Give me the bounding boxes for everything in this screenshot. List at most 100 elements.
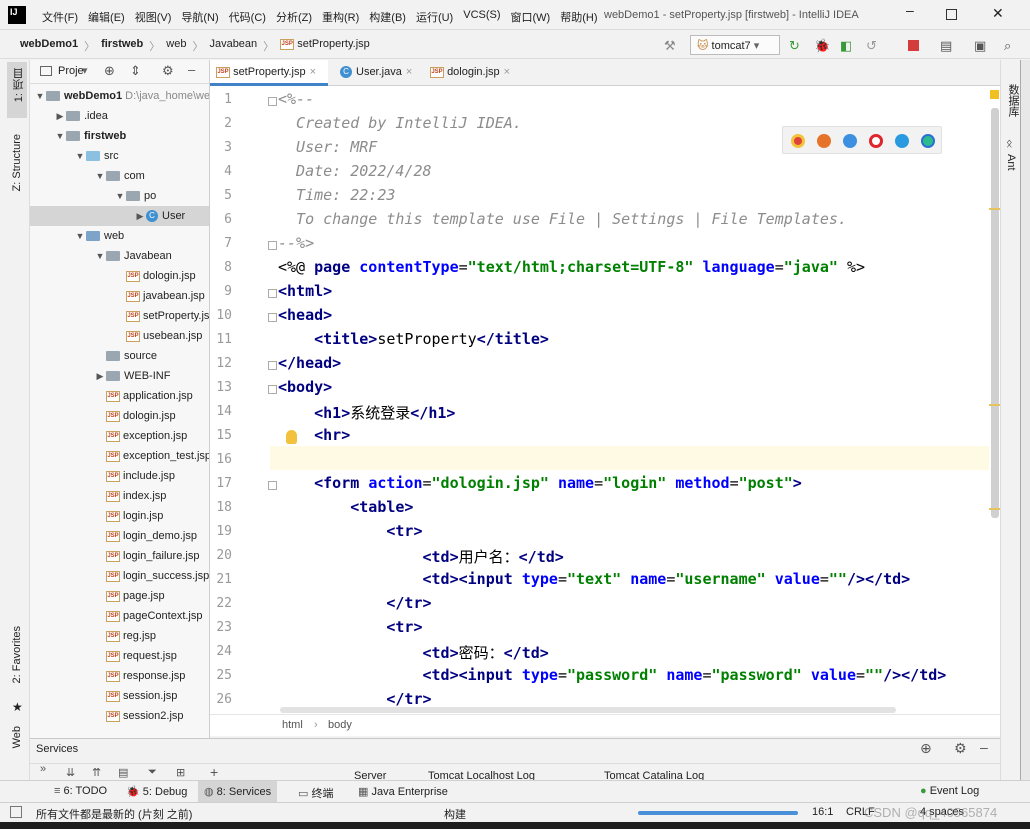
minimize-icon[interactable]: – [906,2,914,18]
code-editor[interactable]: 1 2 3 4 5 6 7 8 9 10 11 12 13 14 15 16 17 18 19 20 21 22 23 24 2… [210,86,1000,714]
tree-item[interactable]: ▶ WEB-INF [30,366,209,386]
tree-item[interactable]: ▶ C User [30,206,209,226]
project-structure-icon[interactable]: ▤ [940,38,952,54]
chevron-down-icon[interactable]: ▼ [74,146,86,166]
chevron-right-icon[interactable]: ▶ [94,366,106,386]
tree-item[interactable]: JSP response.jsp [30,666,209,686]
hide-icon[interactable]: – [980,739,988,755]
menu-vcs[interactable]: VCS(S) [463,9,500,25]
tree-item[interactable]: JSP application.jsp [30,386,209,406]
panel-toggle-icon[interactable] [10,806,22,818]
safari-icon[interactable] [843,134,857,148]
menu-navigate[interactable]: 导航(N) [181,9,218,25]
close-icon[interactable]: × [406,66,412,78]
code-line[interactable]: User: MRF [278,138,377,156]
tab-setproperty-jsp[interactable]: JSP setProperty.jsp × [210,60,328,86]
tree-item[interactable]: ▼ webDemo1 D:\java_home\we [30,86,209,106]
group-icon[interactable]: ▤ [118,766,128,779]
ant-tool-tab[interactable]: Ant [1005,154,1017,171]
chevron-down-icon[interactable]: ▾ [82,64,88,77]
crumb-web[interactable]: web [166,38,186,54]
code-line[interactable]: Created by IntelliJ IDEA. [278,114,522,132]
fold-marker-icon[interactable] [268,97,277,106]
status-message[interactable]: 所有文件都是最新的 (片刻 之前) [36,806,192,822]
tree-item[interactable]: JSP include.jsp [30,466,209,486]
event-log-tab[interactable]: ● Event Log [920,785,979,797]
code-line[interactable]: <tr> [278,522,422,540]
gear-icon[interactable]: ⚙ [954,740,967,757]
editor-scrollbar[interactable] [989,86,1003,714]
lightbulb-icon[interactable] [286,430,297,444]
tree-item[interactable]: JSP exception_test.jsp [30,446,209,466]
tree-item[interactable]: ▼ com [30,166,209,186]
tree-item[interactable]: ▼ po [30,186,209,206]
crumb-javabean[interactable]: Javabean [209,38,257,54]
code-line[interactable]: Date: 2022/4/28 [278,162,431,180]
maximize-icon[interactable] [946,9,957,20]
chevron-right-icon[interactable]: ▶ [134,206,146,226]
tree-item[interactable]: ▶ .idea [30,106,209,126]
debug-icon[interactable]: 🐞 [814,38,830,54]
tree-item[interactable]: JSP usebean.jsp [30,326,209,346]
services-tab[interactable]: ◍ 8: Services [198,781,278,803]
hammer-icon[interactable]: ⚒ [664,38,676,54]
code-line[interactable]: <td><input type="password" name="passwor… [278,666,947,684]
plus-icon[interactable]: + [210,764,218,780]
tree-item[interactable]: ▼ web [30,226,209,246]
stop-icon[interactable] [908,40,919,51]
locate-icon[interactable]: ⊕ [104,63,115,79]
fold-marker-icon[interactable] [268,289,277,298]
code-line[interactable]: <html> [278,282,332,300]
inspection-status-icon[interactable] [990,90,999,99]
scrollbar-thumb[interactable] [991,108,999,518]
menu-view[interactable]: 视图(V) [135,9,172,25]
tree-item[interactable]: JSP index.jsp [30,486,209,506]
code-line[interactable]: </tr> [278,690,431,708]
tree-item[interactable]: JSP dologin.jsp [30,266,209,286]
code-line[interactable]: <td><input type="text" name="username" v… [278,570,911,588]
tree-item[interactable]: JSP pageContext.jsp [30,606,209,626]
favorites-tool-tab[interactable]: 2: Favorites [11,626,23,683]
build-status[interactable]: 构建 [444,806,466,822]
collapse-icon[interactable]: ⇕ [130,63,141,79]
code-line[interactable]: <td>密码：</td> [278,642,549,663]
profile-icon[interactable]: ↺ [866,38,877,54]
web-tool-tab[interactable]: Web [11,726,23,748]
firefox-icon[interactable] [817,134,831,148]
menu-file[interactable]: 文件(F) [42,9,78,25]
tree-item[interactable]: ▼ firstweb [30,126,209,146]
menu-build[interactable]: 构建(B) [369,9,406,25]
project-tool-tab[interactable]: 1: 项目 [11,68,27,102]
menu-code[interactable]: 代码(C) [229,9,266,25]
chevron-down-icon[interactable]: ▼ [94,246,106,266]
tree-item[interactable]: JSP dologin.jsp [30,406,209,426]
code-line[interactable]: </head> [278,354,341,372]
crumb-html[interactable]: html [282,719,303,731]
code-line[interactable]: Time: 22:23 [278,186,395,204]
code-line[interactable]: <%@ page contentType="text/html;charset=… [278,258,865,276]
terminal-tab[interactable]: ▭ 终端 [298,785,333,801]
chevron-down-icon[interactable]: ▼ [34,86,46,106]
chevron-down-icon[interactable]: ▼ [54,126,66,146]
crumb-module[interactable]: firstweb [101,38,143,54]
code-line[interactable]: <h1>系统登录</h1> [278,402,455,423]
menu-analyze[interactable]: 分析(Z) [276,9,312,25]
tree-item[interactable]: JSP login.jsp [30,506,209,526]
tree-item[interactable]: JSP login_success.jsp [30,566,209,586]
cursor-position[interactable]: 16:1 [812,806,833,818]
code-line[interactable]: <body> [278,378,332,396]
menu-help[interactable]: 帮助(H) [560,9,597,25]
code-line[interactable]: <head> [278,306,332,324]
tree-item[interactable]: JSP setProperty.jsp [30,306,209,326]
tree-item[interactable]: ▼ src [30,146,209,166]
expand-all-icon[interactable]: ⇊ [66,766,75,779]
chevron-right-icon[interactable]: ▶ [54,106,66,126]
close-icon[interactable]: × [504,66,510,78]
code-line[interactable]: --%> [278,234,314,252]
tree-item[interactable]: JSP exception.jsp [30,426,209,446]
search-icon[interactable]: ⌕ [1004,38,1011,54]
close-icon[interactable]: × [310,66,316,78]
code-line[interactable]: To change this template use File | Setti… [278,210,847,228]
code-line[interactable]: <form action="dologin.jsp" name="login" … [278,474,802,492]
tree-item[interactable]: JSP login_failure.jsp [30,546,209,566]
